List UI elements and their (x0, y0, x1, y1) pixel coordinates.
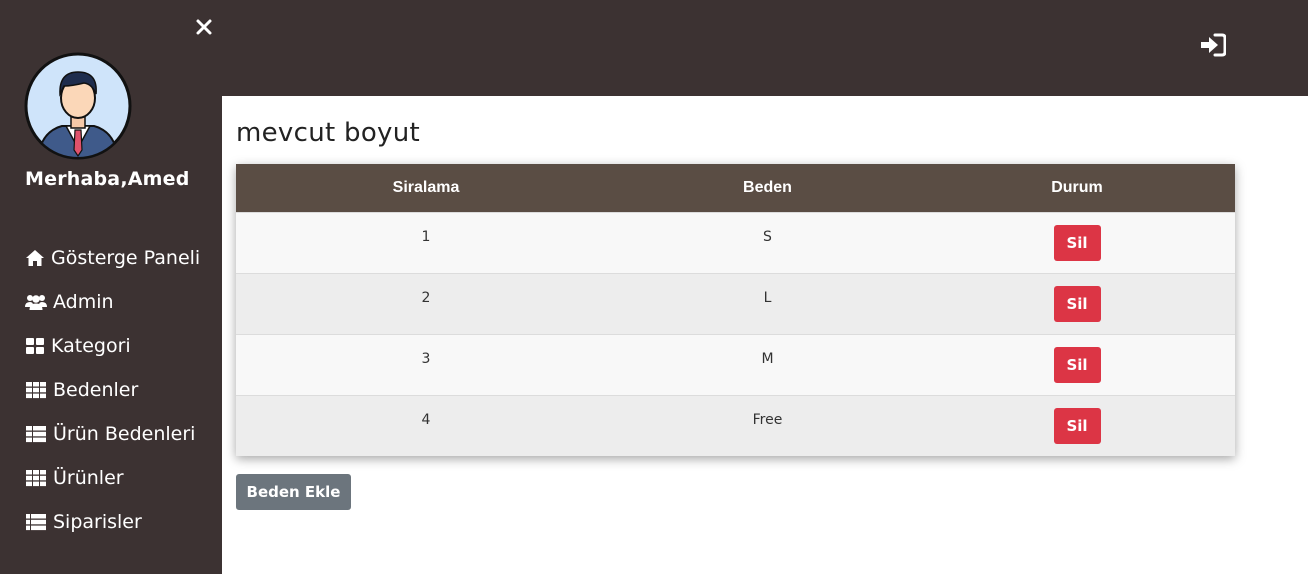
order-value: 2 (421, 290, 431, 306)
sidebar-item-label: Ürün Bedenleri (53, 423, 196, 445)
table-row: 3 M Sil (236, 334, 1235, 395)
size-value: M (761, 351, 774, 367)
delete-button[interactable]: Sil (1053, 346, 1101, 383)
size-value: L (763, 290, 772, 306)
sidebar-item-product-sizes[interactable]: Ürün Bedenleri (25, 412, 200, 456)
column-header-status: Durum (1051, 178, 1103, 196)
close-icon[interactable] (193, 16, 215, 38)
sidebar-item-dashboard[interactable]: Gösterge Paneli (25, 236, 200, 280)
th-icon (26, 470, 46, 487)
order-value: 4 (421, 412, 431, 429)
delete-button[interactable]: Sil (1053, 285, 1101, 322)
table-header-row: Siralama Beden Durum (236, 164, 1235, 212)
sidebar-item-label: Bedenler (53, 379, 139, 401)
order-value: 1 (421, 229, 431, 245)
sign-in-icon[interactable] (1200, 33, 1226, 57)
table-row: 1 S Sil (236, 212, 1235, 273)
sidebar-item-products[interactable]: Ürünler (25, 456, 200, 500)
sizes-table: Siralama Beden Durum 1 S Sil 2 L Sil 3 M… (236, 164, 1235, 456)
sidebar-item-admin[interactable]: Admin (25, 280, 200, 324)
status-cell: Sil (919, 334, 1235, 395)
avatar (24, 52, 132, 160)
order-value: 3 (421, 351, 431, 367)
sidebar-item-category[interactable]: Kategori (25, 324, 200, 368)
sidebar-nav: Gösterge Paneli Admin Kategori Bedenler … (25, 236, 200, 544)
home-icon (26, 250, 44, 266)
users-icon (25, 295, 47, 310)
table-row: 2 L Sil (236, 273, 1235, 334)
delete-button[interactable]: Sil (1053, 407, 1101, 444)
th-icon (26, 382, 46, 399)
status-cell: Sil (919, 273, 1235, 334)
size-value: S (763, 229, 772, 245)
status-cell: Sil (919, 212, 1235, 273)
sidebar-item-orders[interactable]: Siparisler (25, 500, 200, 544)
add-size-button[interactable]: Beden Ekle (236, 474, 351, 510)
list-icon (26, 514, 46, 531)
order-cell: 1 (236, 212, 616, 273)
th-list-icon (26, 426, 46, 443)
user-greeting: Merhaba,Amed (25, 168, 190, 190)
order-cell: 3 (236, 334, 616, 395)
sidebar-item-label: Siparisler (53, 511, 142, 533)
sizes-table-container: Siralama Beden Durum 1 S Sil 2 L Sil 3 M… (236, 164, 1235, 456)
order-cell: 2 (236, 273, 616, 334)
status-cell: Sil (919, 395, 1235, 456)
size-cell: L (616, 273, 919, 334)
sidebar-item-label: Ürünler (53, 467, 124, 489)
column-header-size: Beden (743, 178, 792, 196)
sidebar: Merhaba,Amed Gösterge Paneli Admin Kateg… (0, 0, 222, 574)
page-title: mevcut boyut (236, 118, 421, 148)
order-cell: 4 (236, 395, 616, 456)
delete-button[interactable]: Sil (1053, 224, 1101, 261)
size-cell: S (616, 212, 919, 273)
column-header-order: Siralama (392, 178, 460, 196)
table-row: 4 Free Sil (236, 395, 1235, 456)
th-large-icon (26, 338, 44, 354)
size-value: Free (752, 412, 783, 429)
size-cell: Free (616, 395, 919, 456)
sidebar-item-label: Kategori (51, 335, 131, 357)
sidebar-item-sizes[interactable]: Bedenler (25, 368, 200, 412)
sidebar-item-label: Gösterge Paneli (51, 247, 201, 269)
sidebar-item-label: Admin (53, 291, 114, 313)
size-cell: M (616, 334, 919, 395)
